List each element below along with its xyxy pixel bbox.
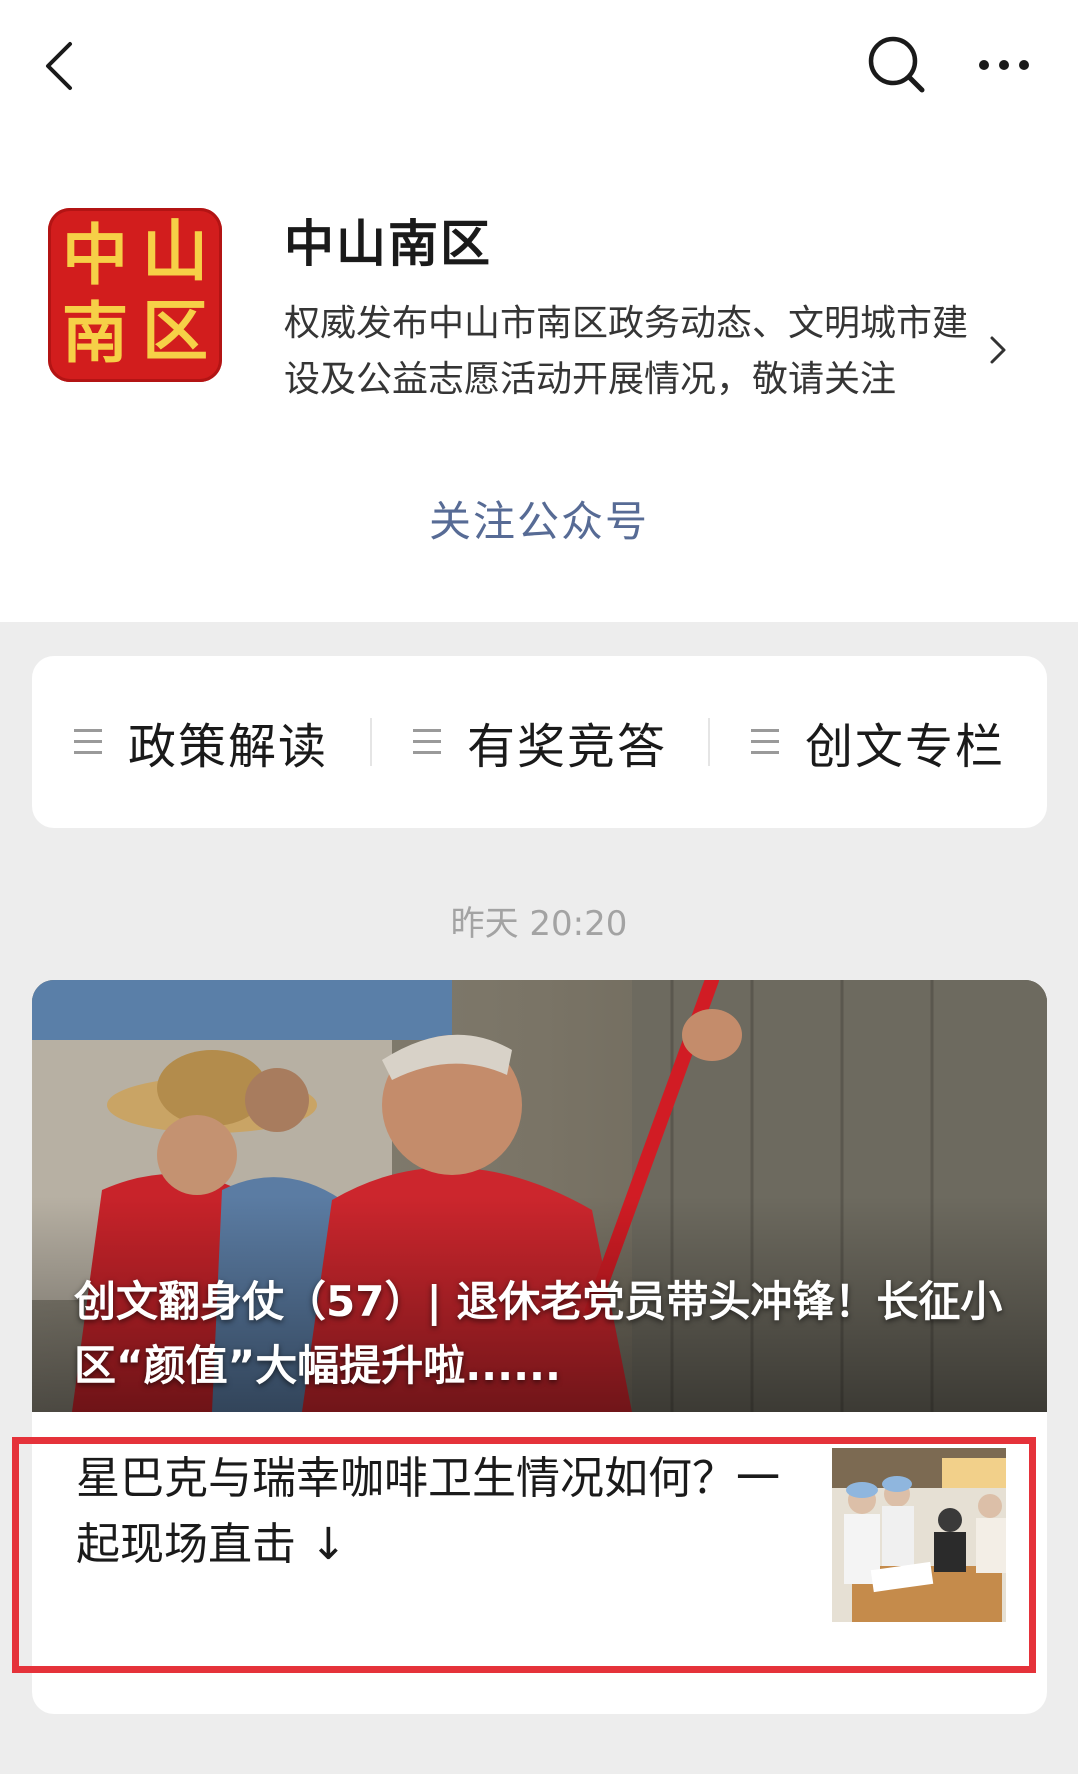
back-button[interactable]: [30, 30, 100, 100]
menu-lines-icon: [412, 729, 441, 755]
menu-item-civilization[interactable]: 创文专栏: [709, 656, 1047, 828]
account-description[interactable]: 权威发布中山市南区政务动态、文明城市建设及公益志愿活动开展情况，敬请关注: [284, 296, 984, 408]
menu-lines-icon: [73, 729, 102, 755]
sub-article-title: 星巴克与瑞幸咖啡卫生情况如何？一起现场直击 ↓: [76, 1453, 780, 1570]
account-header: 中 山 南 区 中山南区 权威发布中山市南区政务动态、文明城市建设及公益志愿活动…: [0, 0, 1078, 622]
more-dots-icon: [979, 60, 1029, 70]
main-article[interactable]: 创文翻身仗（57）| 退休老党员带头冲锋！长征小区“颜值”大幅提升啦......: [32, 980, 1047, 1412]
menu-item-label: 有奖竞答: [466, 719, 667, 775]
logo-char: 中: [62, 216, 128, 294]
logo-char: 山: [142, 212, 208, 290]
feed-timestamp: 昨天 20:20: [450, 904, 628, 944]
menu-item-label: 创文专栏: [804, 719, 1005, 775]
top-navigation-bar: [0, 0, 1078, 130]
menu-item-label: 政策解读: [127, 719, 328, 775]
sub-article-thumbnail: [832, 1448, 1006, 1622]
menu-item-quiz[interactable]: 有奖竞答: [371, 656, 709, 828]
account-name: 中山南区: [284, 215, 492, 273]
logo-char: 区: [142, 292, 208, 370]
sub-article[interactable]: 星巴克与瑞幸咖啡卫生情况如何？一起现场直击 ↓: [32, 1412, 1047, 1714]
logo-char: 南: [62, 294, 128, 372]
search-button[interactable]: [860, 28, 934, 102]
article-card: 创文翻身仗（57）| 退休老党员带头冲锋！长征小区“颜值”大幅提升啦......…: [32, 980, 1047, 1714]
follow-button[interactable]: 关注公众号: [0, 488, 1078, 549]
search-icon: [868, 36, 925, 93]
more-button[interactable]: [970, 28, 1050, 102]
description-expand[interactable]: [986, 330, 1010, 370]
chevron-right-icon: [990, 336, 1006, 364]
menu-lines-icon: [750, 729, 779, 755]
account-profile: 中 山 南 区 中山南区 权威发布中山市南区政务动态、文明城市建设及公益志愿活动…: [0, 190, 1078, 410]
account-avatar[interactable]: 中 山 南 区: [48, 208, 222, 382]
menu-item-policy[interactable]: 政策解读: [32, 656, 370, 828]
account-menu: 政策解读 有奖竞答 创文专栏: [32, 656, 1047, 828]
main-article-title: 创文翻身仗（57）| 退休老党员带头冲锋！长征小区“颜值”大幅提升啦......: [74, 1277, 1003, 1390]
chevron-left-icon: [46, 42, 72, 90]
